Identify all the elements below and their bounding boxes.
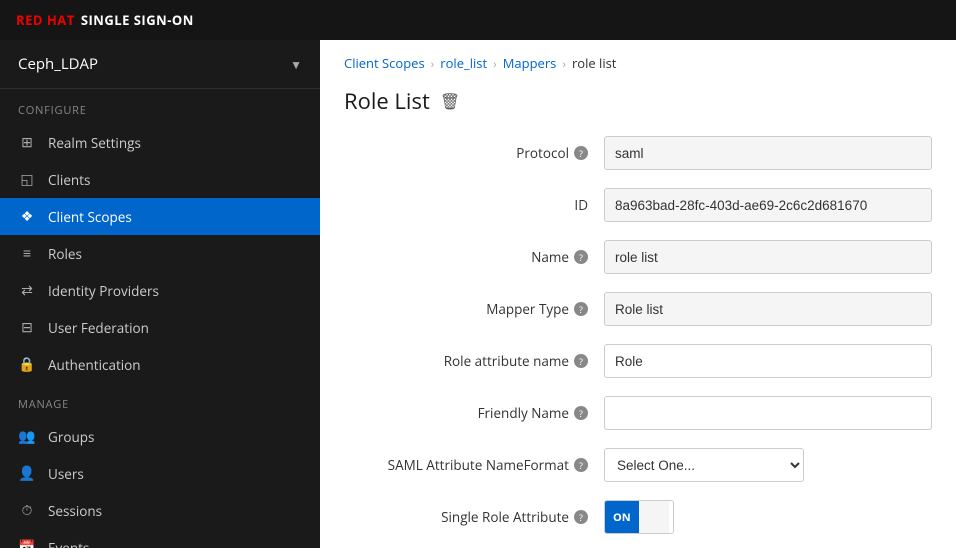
form-row-protocol: Protocol ? — [344, 136, 932, 170]
mapper-type-label: Mapper Type ? — [344, 300, 604, 318]
protocol-help-icon[interactable]: ? — [574, 146, 588, 160]
events-icon: 📅 — [18, 538, 36, 548]
mapper-type-input — [604, 292, 932, 326]
breadcrumb-client-scopes[interactable]: Client Scopes — [344, 54, 425, 72]
page-title-row: Role List 🗑 — [320, 72, 956, 136]
breadcrumb-sep-2: › — [493, 55, 497, 72]
name-label: Name ? — [344, 248, 604, 266]
mapper-form: Protocol ? ID Name ? — [320, 136, 956, 548]
sidebar-item-events[interactable]: 📅 Events — [0, 529, 320, 548]
breadcrumb-sep-1: › — [431, 55, 435, 72]
single-role-attribute-label: Single Role Attribute ? — [344, 508, 604, 526]
sidebar-item-user-federation[interactable]: ⊟ User Federation — [0, 309, 320, 346]
sidebar-item-label: Events — [48, 539, 89, 548]
delete-icon[interactable]: 🗑 — [440, 90, 460, 112]
sidebar-item-client-scopes[interactable]: ❖ Client Scopes — [0, 198, 320, 235]
sidebar-item-users[interactable]: 👤 Users — [0, 455, 320, 492]
realm-name: Ceph_LDAP — [18, 54, 98, 74]
friendly-name-label: Friendly Name ? — [344, 404, 604, 422]
sidebar-item-groups[interactable]: 👥 Groups — [0, 418, 320, 455]
saml-nameformat-select[interactable]: Select One... Basic URI Reference Unspec… — [604, 448, 804, 482]
configure-section-label: Configure — [0, 89, 320, 124]
sessions-icon: ⏱ — [18, 501, 36, 520]
brand-red: RED HAT — [16, 11, 75, 29]
friendly-name-help-icon[interactable]: ? — [574, 406, 588, 420]
authentication-icon: 🔒 — [18, 355, 36, 374]
sidebar-item-roles[interactable]: ≡ Roles — [0, 235, 320, 272]
sidebar-item-label: Identity Providers — [48, 282, 159, 300]
breadcrumb-sep-3: › — [562, 55, 566, 72]
sidebar-item-identity-providers[interactable]: ⇄ Identity Providers — [0, 272, 320, 309]
sidebar-item-realm-settings[interactable]: ⊞ Realm Settings — [0, 124, 320, 161]
form-row-friendly-name: Friendly Name ? — [344, 396, 932, 430]
form-row-single-role-attribute: Single Role Attribute ? ON — [344, 500, 932, 534]
chevron-down-icon: ▼ — [290, 56, 302, 73]
manage-section-label: Manage — [0, 383, 320, 418]
breadcrumb-current: role list — [572, 54, 616, 72]
friendly-name-input[interactable] — [604, 396, 932, 430]
form-row-id: ID — [344, 188, 932, 222]
sidebar-item-sessions[interactable]: ⏱ Sessions — [0, 492, 320, 529]
user-federation-icon: ⊟ — [18, 318, 36, 337]
single-role-attribute-help-icon[interactable]: ? — [574, 510, 588, 524]
realm-selector[interactable]: Ceph_LDAP ▼ — [0, 40, 320, 89]
toggle-off-area[interactable] — [639, 501, 669, 533]
groups-icon: 👥 — [18, 427, 36, 446]
sidebar-item-clients[interactable]: ◱ Clients — [0, 161, 320, 198]
topbar: RED HAT SINGLE SIGN-ON — [0, 0, 956, 40]
form-row-name: Name ? — [344, 240, 932, 274]
id-label: ID — [344, 196, 604, 214]
protocol-input — [604, 136, 932, 170]
breadcrumb-mappers[interactable]: Mappers — [503, 54, 557, 72]
sidebar-item-label: Groups — [48, 428, 94, 446]
realm-settings-icon: ⊞ — [18, 133, 36, 152]
role-attribute-name-label: Role attribute name ? — [344, 352, 604, 370]
roles-icon: ≡ — [18, 244, 36, 263]
form-row-role-attribute-name: Role attribute name ? — [344, 344, 932, 378]
page-title: Role List — [344, 86, 430, 116]
role-attribute-name-input[interactable] — [604, 344, 932, 378]
sidebar-item-label: Roles — [48, 245, 82, 263]
breadcrumb-role-list[interactable]: role_list — [440, 54, 487, 72]
form-row-saml-nameformat: SAML Attribute NameFormat ? Select One..… — [344, 448, 932, 482]
identity-providers-icon: ⇄ — [18, 281, 36, 300]
breadcrumb: Client Scopes › role_list › Mappers › ro… — [320, 40, 956, 72]
single-role-attribute-toggle[interactable]: ON — [604, 500, 674, 534]
name-input — [604, 240, 932, 274]
protocol-label: Protocol ? — [344, 144, 604, 162]
sidebar-item-label: Sessions — [48, 502, 102, 520]
client-scopes-icon: ❖ — [18, 207, 36, 226]
sidebar-item-authentication[interactable]: 🔒 Authentication — [0, 346, 320, 383]
mapper-type-help-icon[interactable]: ? — [574, 302, 588, 316]
sidebar-item-label: Clients — [48, 171, 90, 189]
name-help-icon[interactable]: ? — [574, 250, 588, 264]
sidebar-item-label: Authentication — [48, 356, 141, 374]
brand-logo: RED HAT SINGLE SIGN-ON — [16, 11, 194, 29]
sidebar-item-label: User Federation — [48, 319, 149, 337]
main-content: Client Scopes › role_list › Mappers › ro… — [320, 40, 956, 548]
form-row-mapper-type: Mapper Type ? — [344, 292, 932, 326]
sidebar-item-label: Realm Settings — [48, 134, 141, 152]
brand-sso: SINGLE SIGN-ON — [81, 11, 194, 29]
users-icon: 👤 — [18, 464, 36, 483]
sidebar-item-label: Users — [48, 465, 84, 483]
saml-nameformat-help-icon[interactable]: ? — [574, 458, 588, 472]
toggle-on-label[interactable]: ON — [605, 501, 639, 533]
sidebar: Ceph_LDAP ▼ Configure ⊞ Realm Settings ◱… — [0, 40, 320, 548]
id-input — [604, 188, 932, 222]
clients-icon: ◱ — [18, 170, 36, 189]
sidebar-item-label: Client Scopes — [48, 208, 132, 226]
saml-nameformat-label: SAML Attribute NameFormat ? — [344, 456, 604, 474]
role-attribute-name-help-icon[interactable]: ? — [574, 354, 588, 368]
